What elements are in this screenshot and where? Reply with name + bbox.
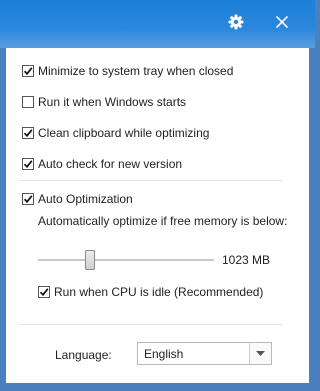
memory-slider-thumb[interactable] — [85, 250, 95, 270]
chevron-down-icon — [256, 351, 265, 356]
option-label: Minimize to system tray when closed — [38, 64, 234, 78]
check-icon — [23, 129, 33, 138]
divider — [18, 324, 283, 325]
title-bar — [0, 0, 315, 48]
divider — [18, 180, 283, 181]
memory-slider-value: 1023 MB — [222, 253, 271, 267]
language-select[interactable]: English — [137, 342, 272, 365]
option-label: Clean clipboard while optimizing — [38, 126, 210, 140]
option-minimize-to-tray[interactable]: Minimize to system tray when closed — [22, 63, 233, 79]
option-run-when-cpu-idle[interactable]: Run when CPU is idle (Recommended) — [38, 284, 263, 300]
checkbox[interactable] — [22, 127, 34, 139]
language-label: Language: — [55, 348, 112, 362]
option-label: Run it when Windows starts — [38, 95, 187, 109]
check-icon — [23, 67, 33, 76]
check-icon — [23, 160, 33, 169]
option-label: Auto check for new version — [38, 157, 183, 171]
option-auto-optimization[interactable]: Auto Optimization — [22, 191, 133, 207]
close-icon[interactable] — [274, 14, 290, 30]
checkbox[interactable] — [22, 96, 34, 108]
auto-optimization-description: Automatically optimize if free memory is… — [38, 214, 288, 228]
settings-panel: Minimize to system tray when closed Run … — [6, 48, 309, 383]
gear-icon[interactable] — [228, 14, 244, 30]
checkbox[interactable] — [38, 286, 50, 298]
option-label: Auto Optimization — [38, 192, 133, 206]
option-label: Run when CPU is idle (Recommended) — [54, 285, 264, 299]
dropdown-button[interactable] — [249, 343, 271, 364]
checkbox[interactable] — [22, 193, 34, 205]
checkbox[interactable] — [22, 158, 34, 170]
memory-slider-track[interactable] — [38, 259, 214, 261]
option-clean-clipboard[interactable]: Clean clipboard while optimizing — [22, 125, 209, 141]
option-auto-check-version[interactable]: Auto check for new version — [22, 156, 182, 172]
option-run-on-startup[interactable]: Run it when Windows starts — [22, 94, 186, 110]
checkbox[interactable] — [22, 65, 34, 77]
check-icon — [23, 195, 33, 204]
language-selected-value: English — [144, 347, 184, 361]
check-icon — [39, 288, 49, 297]
